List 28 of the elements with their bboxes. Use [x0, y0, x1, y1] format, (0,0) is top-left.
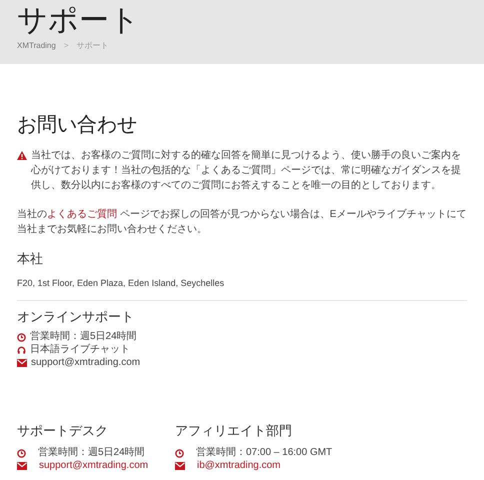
headset-icon	[17, 346, 26, 354]
section-heading: オンラインサポート	[17, 309, 135, 325]
contact-info: 営業時間：07:00 – 16:00 GMT	[196, 447, 332, 459]
contact-info: 日本語ライブチャット	[30, 344, 130, 356]
mail-icon	[175, 462, 185, 470]
page-title: サポート	[17, 3, 141, 39]
breadcrumb-link[interactable]: XMTrading	[17, 40, 56, 52]
faq-link[interactable]: よくあるご質問	[47, 209, 117, 220]
contact-info: support@xmtrading.com	[31, 357, 140, 369]
intro-paragraph: 当社では、お客様のご質問に対する的確な回答を簡単に見つけるよう、使い勝手の良いご案内を心がけております！当社の包括的な「よくあるご質問」ページでは、常に明確なガイダンスを提供し、数分以内にお客様のすべてのご質問にお答えすることを唯一の目的としております。	[31, 148, 462, 193]
mail-icon	[17, 462, 27, 470]
faq-paragraph: 当社のよくあるご質問 ページでお探しの回答が見つからない場合は、Eメールやライブチャットにて当社までお気軽にお問い合わせください。	[17, 208, 467, 237]
email-link[interactable]: support@xmtrading.com	[39, 460, 148, 472]
address-text: F20, 1st Floor, Eden Plaza, Eden Island, Seychelles	[17, 276, 226, 290]
contact-info: 営業時間：週5日24時間	[30, 331, 137, 343]
section-heading: アフィリエイト部門	[175, 423, 293, 439]
section-heading: サポートデスク	[17, 423, 109, 439]
section-title: お問い合わせ	[17, 113, 138, 138]
breadcrumb-current: サポート	[76, 40, 108, 52]
email-link[interactable]: ib@xmtrading.com	[197, 460, 281, 472]
breadcrumb-separator: >	[62, 40, 70, 52]
clock-icon	[17, 448, 26, 458]
mail-icon	[17, 359, 27, 367]
warning-icon	[17, 151, 27, 160]
section-heading: 本社	[17, 250, 44, 268]
contact-info: 営業時間：週5日24時間	[38, 447, 145, 459]
clock-icon	[175, 448, 184, 458]
clock-icon	[17, 332, 26, 342]
